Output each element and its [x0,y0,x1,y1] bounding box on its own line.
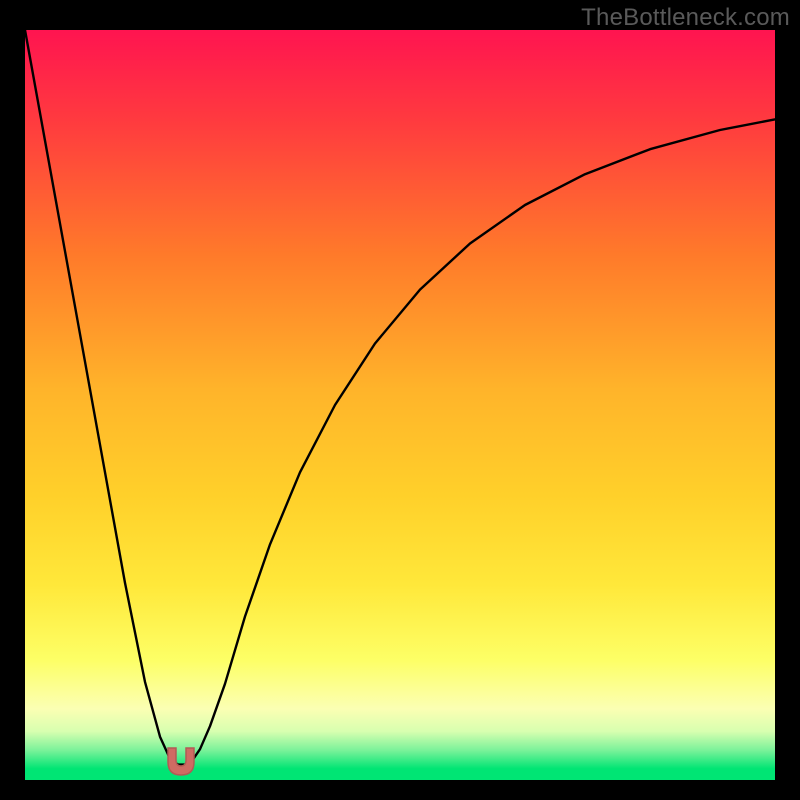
chart-stage: TheBottleneck.com [0,0,800,800]
watermark-text: TheBottleneck.com [581,4,790,32]
plot-background-gradient [25,30,775,780]
chart-svg [0,0,800,800]
